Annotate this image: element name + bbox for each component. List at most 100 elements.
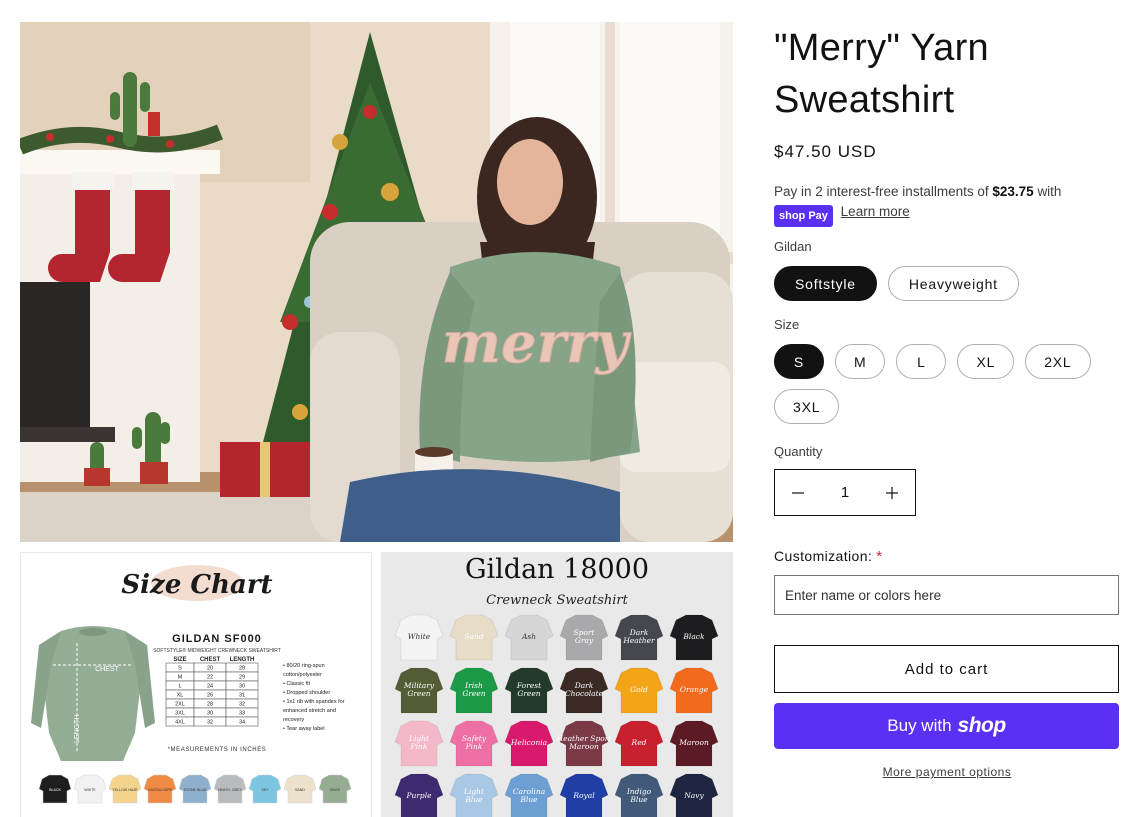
swatch-label: WHITE: [84, 788, 96, 792]
learn-more-link[interactable]: Learn more: [841, 204, 910, 219]
color-chart-label: Blue: [629, 795, 648, 804]
size-option-3xl[interactable]: 3XL: [774, 389, 840, 424]
size-chart-feature: recovery: [283, 717, 304, 723]
color-chart-label: Heliconia: [510, 738, 547, 747]
size-table-cell-text: 34: [239, 720, 245, 726]
size-table-cell-text: 22: [207, 675, 213, 681]
swatch-label: SAGE: [330, 788, 341, 792]
color-chart-label: Red: [631, 738, 647, 747]
color-chart-label: Royal: [572, 791, 595, 800]
swatch-label: CANTALOUPE: [148, 788, 173, 792]
size-option-m[interactable]: M: [835, 344, 886, 379]
size-chart-feature: • Tear away label: [283, 726, 325, 732]
color-chart-label: Green: [407, 689, 430, 698]
swatch-label: HEATH. GREY: [218, 788, 243, 792]
quantity-increase-button[interactable]: [869, 470, 915, 515]
color-chart-label: Blue: [464, 795, 483, 804]
color-chart-label: Pink: [410, 742, 428, 751]
swatch-label: STONE BLUE: [184, 788, 207, 792]
color-chart-label: Ash: [521, 632, 536, 641]
color-chart-label: Pink: [465, 742, 483, 751]
installments-prefix: Pay in 2 interest-free installments of: [774, 184, 989, 199]
size-chart-feature: cotton/polyester: [283, 672, 322, 678]
size-table-cell-text: 33: [239, 711, 245, 717]
brand-option-softstyle[interactable]: Softstyle: [774, 266, 877, 301]
size-chart-graphic: Size Chart GILDAN SF000 SOFTSTYLE® MIDWE…: [21, 553, 371, 817]
product-price: $47.50 USD: [774, 142, 877, 161]
color-chart-label: Gold: [630, 685, 648, 694]
color-chart-label: Black: [682, 632, 705, 641]
buy-with-label: Buy with: [887, 716, 952, 735]
size-chart-feature: • Dropped shoulder: [283, 690, 330, 696]
product-title: "Merry" Yarn Sweatshirt: [774, 22, 1120, 126]
color-chart-title: Gildan 18000: [465, 554, 649, 585]
plus-icon: [886, 486, 898, 499]
size-table-cell-text: 24: [207, 684, 213, 690]
size-table-cell-text: 26: [207, 693, 213, 699]
add-to-cart-button[interactable]: Add to cart: [774, 645, 1119, 693]
size-option-2xl[interactable]: 2XL: [1025, 344, 1091, 379]
size-table-cell-text: 29: [239, 675, 245, 681]
size-chart-image[interactable]: Size Chart GILDAN SF000 SOFTSTYLE® MIDWE…: [20, 552, 372, 817]
required-asterisk: *: [876, 548, 883, 565]
size-table-header: LENGTH: [230, 657, 255, 663]
color-chart-label: Purple: [405, 791, 432, 800]
chest-label: CHEST: [95, 666, 119, 673]
product-info: "Merry" Yarn Sweatshirt $47.50 USD Pay i…: [774, 22, 1120, 779]
color-chart-label: Green: [517, 689, 540, 698]
installments-banner: Pay in 2 interest-free installments of $…: [774, 182, 1120, 227]
size-chart-feature: • 1x1 rib with spandex for: [283, 699, 345, 705]
swatch-label: YELLOW HAZE: [112, 788, 138, 792]
product-title-line2: Sweatshirt: [774, 79, 955, 121]
size-table-cell-text: XL: [177, 693, 184, 699]
size-option-label: Size: [774, 317, 800, 332]
size-table-cell-text: 30: [207, 711, 213, 717]
lifestyle-photo: merry: [20, 22, 733, 542]
size-table-cell-text: 2XL: [175, 702, 185, 708]
brand-option-group: Softstyle Heavyweight: [774, 266, 1120, 301]
size-table-cell-text: 20: [207, 666, 213, 672]
minus-icon: [792, 491, 804, 494]
color-chart-label: Sand: [464, 632, 483, 641]
color-chart-graphic: Gildan 18000 Crewneck Sweatshirt White Sa…: [381, 552, 733, 817]
length-label: LENGTH: [74, 715, 81, 743]
shop-pay-logo: shop Pay: [774, 205, 833, 227]
size-table-cell-text: 3XL: [175, 711, 185, 717]
size-table-cell-text: 4XL: [175, 720, 185, 726]
size-table-cell-text: 28: [239, 666, 245, 672]
color-chart-label: Navy: [683, 791, 704, 800]
swatch-label: SKY: [261, 788, 269, 792]
color-chart-label: Orange: [680, 685, 709, 694]
shop-logo: shop: [957, 714, 1007, 737]
customization-input[interactable]: [774, 575, 1119, 615]
color-chart-image[interactable]: Gildan 18000 Crewneck Sweatshirt White Sa…: [381, 552, 733, 817]
buy-with-shop-pay-button[interactable]: Buy with shop: [774, 703, 1119, 749]
brand-option-heavyweight[interactable]: Heavyweight: [887, 266, 1019, 301]
color-chart-label: Blue: [519, 795, 538, 804]
quantity-label: Quantity: [774, 444, 823, 459]
product-media-gallery: merry Size Chart GILDAN SF000 SOFTSTYLE®…: [20, 22, 733, 817]
more-payment-options-link[interactable]: More payment options: [774, 765, 1120, 779]
size-option-xl[interactable]: XL: [957, 344, 1015, 379]
color-chart-label: Green: [462, 689, 485, 698]
size-table-cell-text: M: [178, 675, 183, 681]
color-chart-label: Maroon: [568, 742, 599, 751]
size-option-s[interactable]: S: [774, 344, 824, 379]
measurement-note: *MEASUREMENTS IN INCHES: [168, 747, 267, 753]
quantity-decrease-button[interactable]: [775, 470, 821, 515]
size-table-header: CHEST: [200, 657, 221, 663]
size-table-cell-text: 28: [207, 702, 213, 708]
swatch-label: SAND: [295, 788, 305, 792]
quantity-input[interactable]: 1: [841, 484, 849, 501]
customization-label: Customization: *: [774, 548, 1120, 565]
size-option-l[interactable]: L: [896, 344, 947, 379]
installments-suffix: with: [1037, 184, 1062, 199]
svg-text:merry: merry: [442, 310, 632, 376]
size-chart-feature: • 80/20 ring-spun: [283, 663, 325, 669]
color-chart-label: Maroon: [678, 738, 709, 747]
product-image-main[interactable]: merry: [20, 22, 733, 542]
size-table-header: SIZE: [173, 657, 186, 663]
product-title-line1: "Merry" Yarn: [774, 27, 989, 69]
size-chart-feature: • Classic fit: [283, 681, 310, 687]
size-chart-subtitle: SOFTSTYLE® MIDWEIGHT CREWNECK SWEATSHIRT: [153, 647, 281, 654]
